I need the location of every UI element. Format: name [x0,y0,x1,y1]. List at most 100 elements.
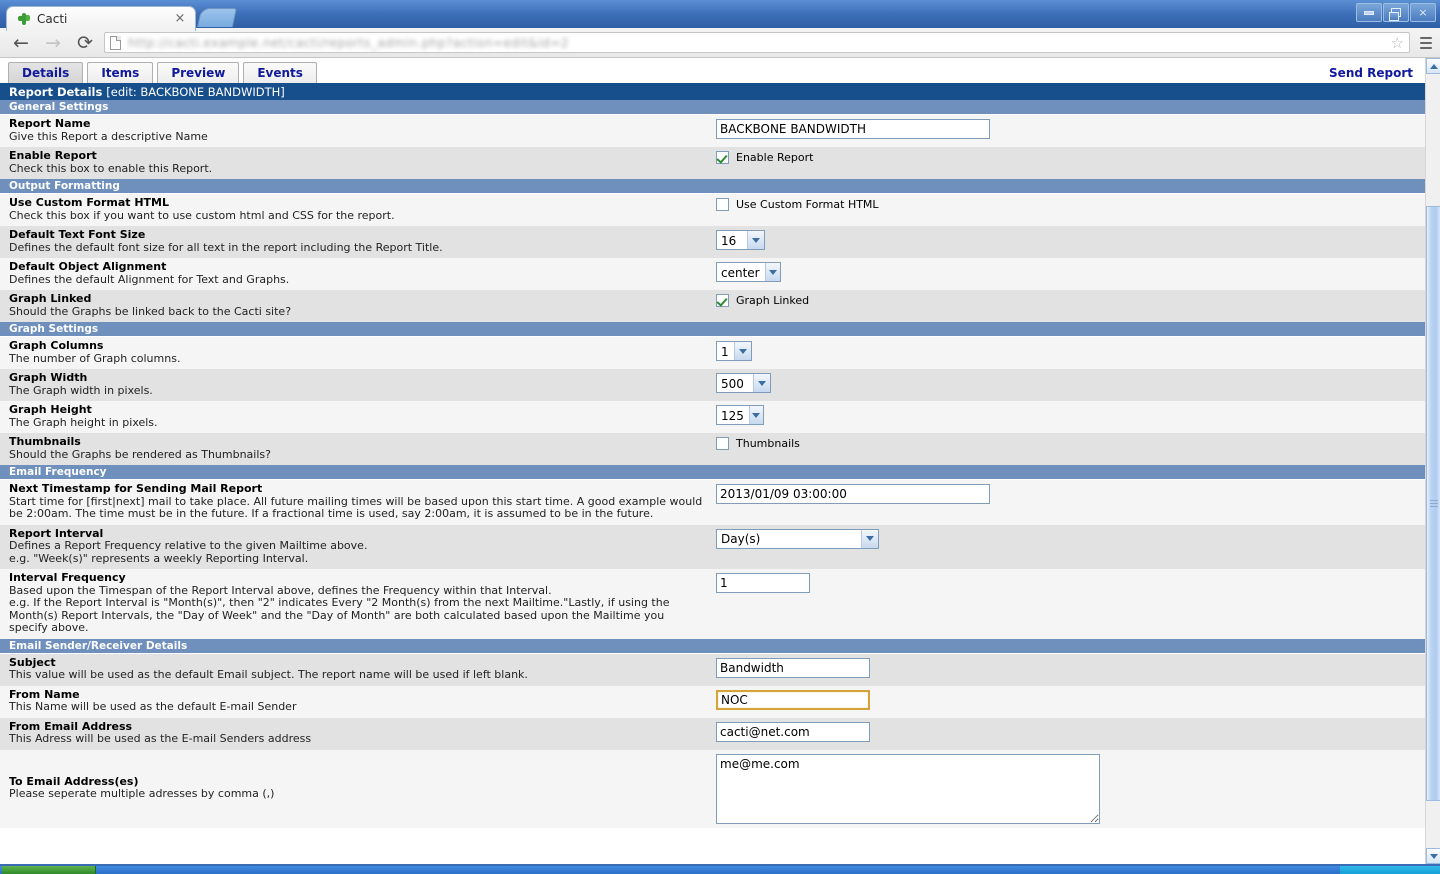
form-row: Graph Linked Should the Graphs be linked … [0,290,1425,322]
form-row: Graph Height The Graph height in pixels. 1… [0,401,1425,433]
checkbox-field[interactable]: Thumbnails [716,437,800,450]
dropdown-select[interactable]: center [716,262,781,282]
page-title-strong: Report Details [9,84,103,99]
checkbox-field[interactable]: Graph Linked [716,294,809,307]
browser-tab-cacti[interactable]: Cacti × [6,6,196,31]
form-row-label: Report Name Give this Report a descriptiv… [0,115,716,147]
dropdown-select[interactable]: Day(s) [716,528,879,549]
text-input[interactable] [716,119,990,139]
form-row-description: This value will be used as the default E… [9,668,528,681]
chevron-down-icon[interactable] [753,374,770,392]
browser-toolbar: ← → ⟳ http://cacti.example.net/cacti/rep… [0,28,1440,58]
chevron-down-icon[interactable] [733,342,751,360]
text-input[interactable] [716,657,870,678]
form-row-label: Enable Report Check this box to enable th… [0,147,716,179]
page-title: Report Details [edit: BACKBONE BANDWIDTH… [0,83,1425,100]
window-controls: × [1356,3,1436,22]
bookmark-star-icon[interactable]: ☆ [1391,34,1404,52]
form-row: Graph Columns The number of Graph columns… [0,337,1425,369]
chevron-down-icon[interactable] [747,231,764,249]
checkbox-label: Thumbnails [736,437,800,450]
form-row-label: To Email Address(es) Please seperate mult… [0,750,716,828]
checkbox-unchecked-icon[interactable] [716,198,729,211]
hamburger-menu-icon[interactable] [1416,36,1432,49]
minimize-button[interactable] [1356,3,1382,22]
form-row-label: Report Interval Defines a Report Frequenc… [0,525,716,570]
form-row-label: Thumbnails Should the Graphs be rendered … [0,433,716,465]
close-icon[interactable]: × [173,12,187,26]
form-row: From Email Address This Adress will be us… [0,717,1425,750]
form-row-label: Next Timestamp for Sending Mail Report St… [0,480,716,525]
checkbox-field[interactable]: Enable Report [716,151,813,164]
textarea-input[interactable] [716,753,1100,824]
new-tab-button[interactable] [196,8,238,27]
send-report-link[interactable]: Send Report [1329,66,1413,80]
address-bar-url: http://cacti.example.net/cacti/reports_a… [128,35,570,50]
section-header: General Settings [0,100,1425,115]
form-row-label: Graph Linked Should the Graphs be linked … [0,290,716,322]
form-row-label: Default Text Font Size Defines the defaul… [0,226,716,258]
form-row: Default Object Alignment Defines the defa… [0,258,1425,290]
form-row-description: The Graph width in pixels. [9,383,153,397]
scrollbar-thumb[interactable] [1426,206,1440,801]
report-settings-form: General Settings Report Name Give this Rep… [0,100,1425,828]
form-row-description: Check this box to enable this Report. [9,161,213,175]
dropdown-selected-value: center [721,265,760,280]
form-row: Default Text Font Size Defines the defaul… [0,226,1425,258]
form-row-description: Defines a Report Frequency relative to t… [9,539,368,552]
form-row-field: 125 [716,401,1425,433]
scrollbar-grip-icon [1430,499,1438,508]
form-row-title: Graph Height [9,403,92,416]
vertical-scrollbar[interactable] [1425,58,1440,864]
form-row-title: Graph Columns [9,339,104,352]
form-row-field [716,480,1425,525]
text-input[interactable] [716,484,990,504]
checkbox-checked-icon[interactable] [716,151,729,164]
form-row-description: e.g. "Week(s)" represents a weekly Repor… [9,551,309,565]
dropdown-select[interactable]: 125 [716,405,764,425]
tab-details[interactable]: Details [8,62,84,83]
text-input[interactable] [716,721,870,742]
back-icon[interactable]: ← [8,30,34,56]
tab-items[interactable]: Items [87,62,154,83]
address-bar[interactable]: http://cacti.example.net/cacti/reports_a… [104,32,1410,53]
checkbox-checked-icon[interactable] [716,294,729,307]
form-row-description: Defines the default Alignment for Text a… [9,272,290,286]
checkbox-field[interactable]: Use Custom Format HTML [716,198,879,211]
chevron-down-icon[interactable] [764,263,780,281]
taskbar-system-tray [1340,866,1440,874]
restore-button[interactable] [1383,3,1409,22]
form-row-title: Default Text Font Size [9,228,146,241]
form-row-description: Give this Report a descriptive Name [9,129,208,143]
dropdown-select[interactable]: 16 [716,230,765,250]
checkbox-unchecked-icon[interactable] [716,437,729,450]
chevron-down-icon[interactable] [861,529,878,548]
browser-tab-title: Cacti [37,12,68,26]
text-input[interactable] [716,689,870,710]
form-row-label: From Email Address This Adress will be us… [0,718,716,750]
form-row: Subject This value will be used as the de… [0,653,1425,686]
form-row: Graph Width The Graph width in pixels. 500 [0,369,1425,401]
forward-icon[interactable]: → [40,30,66,56]
scroll-down-icon[interactable] [1426,848,1440,864]
cactus-icon [17,12,31,26]
tab-preview[interactable]: Preview [157,62,240,83]
close-window-button[interactable]: × [1410,3,1436,22]
checkbox-label: Use Custom Format HTML [736,198,879,211]
form-row-title: Use Custom Format HTML [9,196,170,209]
form-row-field: 16 [716,226,1425,258]
form-row-description: This Adress will be used as the E-mail S… [9,732,312,745]
scroll-up-icon[interactable] [1426,58,1440,74]
dropdown-selected-value: 125 [721,408,744,423]
dropdown-select[interactable]: 500 [716,373,771,393]
reload-icon[interactable]: ⟳ [72,30,98,56]
chevron-down-icon[interactable] [748,406,763,424]
form-row-label: Graph Height The Graph height in pixels. [0,401,716,433]
form-row-title: Next Timestamp for Sending Mail Report [9,482,263,495]
text-input[interactable] [716,573,810,593]
taskbar-item-active[interactable] [2,866,96,874]
form-row: Report Interval Defines a Report Frequenc… [0,524,1425,570]
dropdown-select[interactable]: 1 [716,341,752,361]
tab-events[interactable]: Events [243,62,317,83]
form-row-label: Graph Columns The number of Graph columns… [0,337,716,369]
